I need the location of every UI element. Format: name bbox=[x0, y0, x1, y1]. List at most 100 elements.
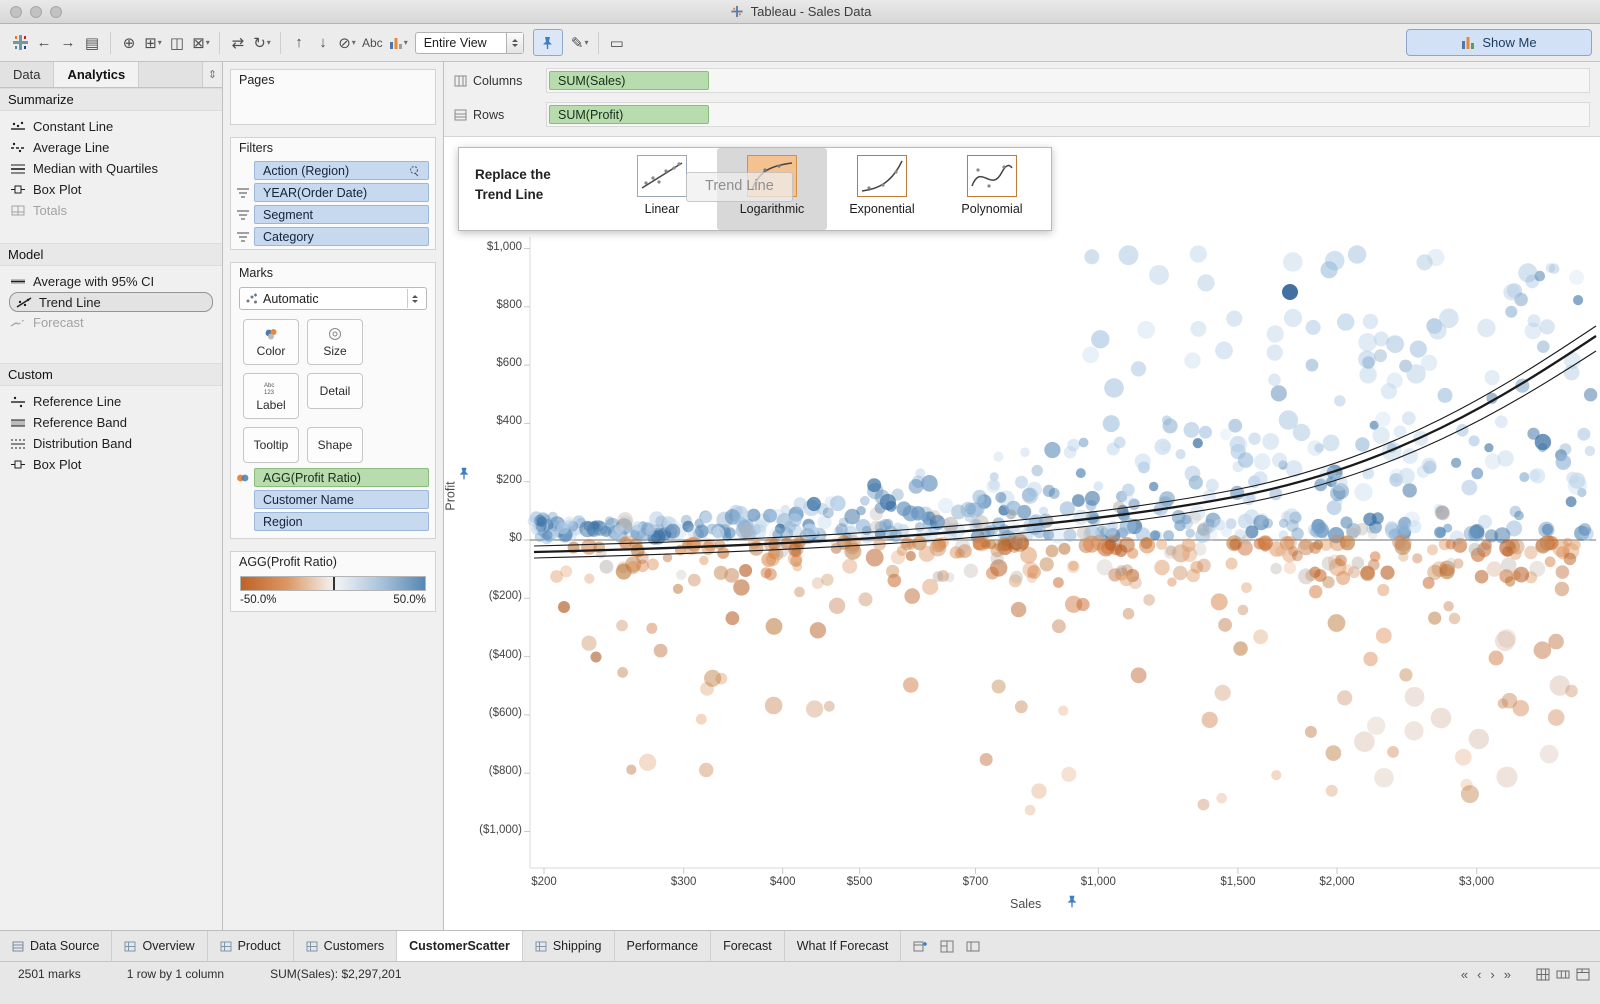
analytics-item-forecast: Forecast bbox=[0, 312, 222, 333]
tab-forecast[interactable]: Forecast bbox=[711, 931, 785, 961]
trend-option-linear[interactable]: Linear bbox=[607, 148, 717, 230]
columns-pill-sum-sales[interactable]: SUM(Sales) bbox=[549, 71, 709, 90]
tableau-logo-icon[interactable] bbox=[8, 30, 32, 56]
undo-button[interactable]: ← bbox=[32, 30, 56, 56]
trend-option-exponential[interactable]: Exponential bbox=[827, 148, 937, 230]
analytics-item-box-plot-custom[interactable]: Box Plot bbox=[0, 454, 222, 475]
analytics-item-constant-line[interactable]: Constant Line bbox=[0, 116, 222, 137]
show-sheet-sorter-button[interactable] bbox=[1536, 968, 1550, 981]
tab-what-if-forecast[interactable]: What If Forecast bbox=[784, 931, 902, 961]
tab-data-source[interactable]: Data Source bbox=[0, 931, 113, 961]
save-button[interactable]: ▤ bbox=[80, 30, 104, 56]
detail-button[interactable]: Detail bbox=[307, 373, 363, 409]
mark-pill-customer-name[interactable]: Customer Name bbox=[254, 490, 429, 509]
fit-selector[interactable]: Entire View bbox=[414, 31, 524, 54]
last-tab-button[interactable]: » bbox=[1504, 967, 1511, 982]
show-mark-labels-button[interactable]: Abc bbox=[359, 30, 386, 56]
analytics-item-trend-line[interactable]: Trend Line bbox=[9, 292, 213, 312]
analytics-item-median-quartiles[interactable]: Median with Quartiles bbox=[0, 158, 222, 179]
fit-axes-button[interactable]: ▾ bbox=[386, 30, 411, 56]
filter-row: Action (Region) bbox=[235, 161, 429, 180]
rows-pill-sum-profit[interactable]: SUM(Profit) bbox=[549, 105, 709, 124]
tab-product[interactable]: Product bbox=[207, 931, 294, 961]
new-story-button[interactable] bbox=[966, 940, 980, 953]
tab-data[interactable]: Data bbox=[0, 62, 55, 87]
clear-sheet-button[interactable]: ⊠ ▾ bbox=[189, 30, 213, 56]
close-window-button[interactable] bbox=[10, 5, 22, 18]
filter-pill-segment[interactable]: Segment bbox=[254, 205, 429, 224]
titlebar: Tableau - Sales Data bbox=[0, 0, 1600, 24]
mark-type-icon bbox=[246, 293, 257, 303]
y-axis-pin-icon[interactable] bbox=[458, 467, 470, 480]
show-me-chart-icon bbox=[1462, 37, 1475, 49]
size-button[interactable]: Size bbox=[307, 319, 363, 365]
swap-rows-columns-button[interactable]: ⇄ bbox=[226, 30, 250, 56]
color-button[interactable]: Color bbox=[243, 319, 299, 365]
y-axis-title[interactable]: Profit bbox=[444, 481, 458, 510]
tab-overview[interactable]: Overview bbox=[112, 931, 208, 961]
sort-ascending-button[interactable]: ↑ bbox=[287, 30, 311, 56]
tab-customers[interactable]: Customers bbox=[293, 931, 398, 961]
section-header-custom: Custom bbox=[0, 363, 222, 386]
tab-shipping[interactable]: Shipping bbox=[522, 931, 615, 961]
mark-type-stepper[interactable] bbox=[407, 289, 421, 308]
analytics-item-reference-band[interactable]: Reference Band bbox=[0, 412, 222, 433]
trend-option-logarithmic[interactable]: Logarithmic bbox=[717, 148, 827, 230]
highlight-button[interactable]: ✎ ▾ bbox=[568, 30, 592, 56]
new-data-source-button[interactable]: ⊕ bbox=[117, 30, 141, 56]
app-window: Tableau - Sales Data ← → ▤ ⊕ ⊞ ▾ ◫ ⊠ ▾ ⇄ ↻… bbox=[0, 0, 1600, 1004]
tab-analytics[interactable]: Analytics bbox=[54, 62, 140, 87]
show-filmstrip-button[interactable] bbox=[1556, 968, 1570, 981]
new-worksheet-button[interactable]: ⊞ ▾ bbox=[141, 30, 165, 56]
columns-icon bbox=[454, 75, 467, 86]
redo-button[interactable]: → bbox=[56, 30, 80, 56]
filter-pill-year-order-date[interactable]: YEAR(Order Date) bbox=[254, 183, 429, 202]
label-button[interactable]: Abc 123 Label bbox=[243, 373, 299, 419]
color-icon bbox=[265, 328, 277, 339]
fix-axes-pin-button[interactable] bbox=[532, 29, 563, 56]
x-axis-pin-icon[interactable] bbox=[1066, 895, 1078, 908]
tooltip-button[interactable]: Tooltip bbox=[243, 427, 299, 463]
rows-shelf[interactable]: SUM(Profit) bbox=[546, 102, 1590, 127]
tab-performance[interactable]: Performance bbox=[614, 931, 712, 961]
filter-pill-action-region[interactable]: Action (Region) bbox=[254, 161, 429, 180]
analytics-item-reference-line[interactable]: Reference Line bbox=[0, 391, 222, 412]
fit-selector-stepper[interactable] bbox=[505, 32, 523, 53]
polynomial-trend-icon bbox=[967, 155, 1017, 197]
analytics-item-box-plot[interactable]: Box Plot bbox=[0, 179, 222, 200]
refresh-button[interactable]: ↻ ▾ bbox=[250, 30, 274, 56]
tab-customerscatter[interactable]: CustomerScatter bbox=[397, 931, 523, 961]
legend-min: -50.0% bbox=[240, 594, 277, 606]
mark-pill-agg-profit-ratio[interactable]: AGG(Profit Ratio) bbox=[254, 468, 429, 487]
mark-type-select[interactable]: Automatic bbox=[239, 287, 427, 310]
first-tab-button[interactable]: « bbox=[1461, 967, 1468, 982]
mark-pill-region[interactable]: Region bbox=[254, 512, 429, 531]
shape-button[interactable]: Shape bbox=[307, 427, 363, 463]
show-tabs-button[interactable] bbox=[1576, 968, 1590, 981]
presentation-mode-button[interactable]: ▭ bbox=[605, 30, 629, 56]
scatter-plot[interactable] bbox=[444, 137, 1600, 927]
next-tab-button[interactable]: › bbox=[1490, 967, 1494, 982]
group-members-button[interactable]: ⊘ ▾ bbox=[335, 30, 359, 56]
show-me-button[interactable]: Show Me bbox=[1406, 29, 1592, 56]
caret-down-icon: ▾ bbox=[351, 37, 356, 47]
color-legend-gradient[interactable] bbox=[240, 576, 426, 591]
overlay-title: Replace the Trend Line bbox=[475, 167, 551, 202]
pane-splitter-icon[interactable]: ⇕ bbox=[202, 62, 222, 87]
new-worksheet-button[interactable] bbox=[913, 940, 928, 953]
new-dashboard-button[interactable] bbox=[940, 940, 954, 953]
columns-shelf[interactable]: SUM(Sales) bbox=[546, 68, 1590, 93]
prev-tab-button[interactable]: ‹ bbox=[1477, 967, 1481, 982]
analytics-item-average-ci[interactable]: Average with 95% CI bbox=[0, 271, 222, 292]
x-axis-title[interactable]: Sales bbox=[1010, 897, 1041, 911]
duplicate-sheet-button[interactable]: ◫ bbox=[165, 30, 189, 56]
trend-option-polynomial[interactable]: Polynomial bbox=[937, 148, 1047, 230]
mark-type-value: Automatic bbox=[263, 291, 319, 306]
caret-down-icon: ▾ bbox=[205, 37, 210, 47]
sort-descending-button[interactable]: ↓ bbox=[311, 30, 335, 56]
filter-pill-category[interactable]: Category bbox=[254, 227, 429, 246]
minimize-window-button[interactable] bbox=[30, 5, 42, 18]
analytics-item-distribution-band[interactable]: Distribution Band bbox=[0, 433, 222, 454]
zoom-window-button[interactable] bbox=[50, 5, 62, 18]
analytics-item-average-line[interactable]: Average Line bbox=[0, 137, 222, 158]
